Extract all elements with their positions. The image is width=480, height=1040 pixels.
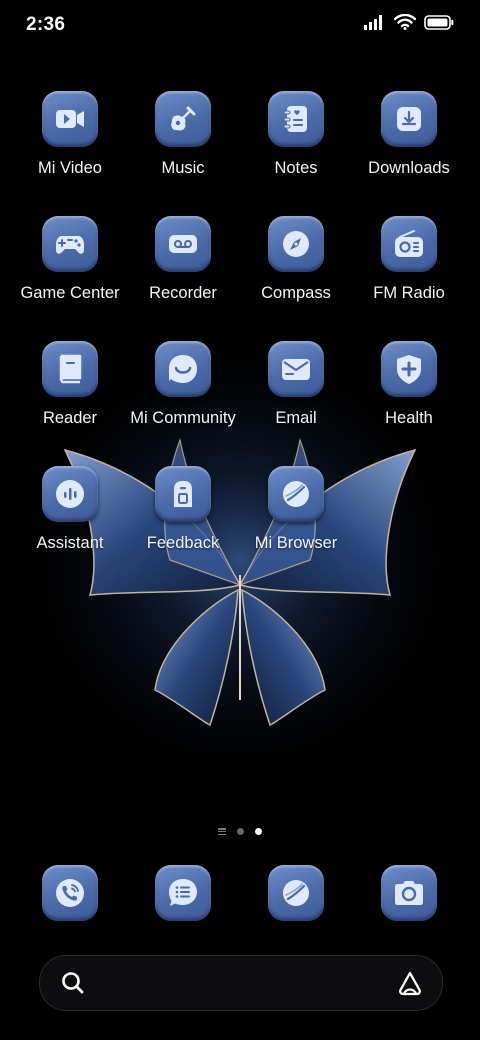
recorder-icon	[155, 216, 211, 272]
battery-icon	[424, 14, 454, 30]
notes-icon	[268, 91, 324, 147]
search-icon[interactable]	[60, 970, 86, 996]
app-music[interactable]: Music	[127, 91, 239, 178]
app-label: Email	[275, 409, 317, 427]
dock-phone[interactable]	[14, 865, 126, 921]
app-recorder[interactable]: Recorder	[127, 216, 239, 303]
app-label: Music	[161, 159, 205, 177]
browser-icon	[268, 865, 324, 921]
app-feedback[interactable]: Feedback	[127, 466, 239, 553]
app-label: Mi Browser	[254, 534, 338, 552]
dock-messages[interactable]	[127, 865, 239, 921]
app-compass[interactable]: Compass	[240, 216, 352, 303]
dock-browser[interactable]	[240, 865, 352, 921]
app-label: Notes	[274, 159, 318, 177]
video-icon	[42, 91, 98, 147]
guitar-icon	[155, 91, 211, 147]
app-fm-radio[interactable]: FM Radio	[353, 216, 465, 303]
feedback-icon	[155, 466, 211, 522]
page-indicator[interactable]	[0, 828, 480, 835]
app-label: Assistant	[36, 534, 104, 552]
camera-icon	[381, 865, 437, 921]
app-label: FM Radio	[373, 284, 445, 302]
status-bar: 2:36	[0, 0, 480, 50]
status-time: 2:36	[26, 14, 66, 35]
voice-assistant-icon[interactable]	[396, 969, 424, 997]
app-label: Feedback	[146, 534, 220, 552]
app-drawer-indicator-icon[interactable]	[218, 828, 226, 835]
browser-icon	[268, 466, 324, 522]
page-dot-2-active[interactable]	[255, 828, 262, 835]
page-dot-1[interactable]	[237, 828, 244, 835]
assistant-icon	[42, 466, 98, 522]
app-notes[interactable]: Notes	[240, 91, 352, 178]
app-label: Recorder	[149, 284, 217, 302]
messages-icon	[155, 865, 211, 921]
wifi-icon	[394, 14, 416, 30]
app-mi-browser[interactable]: Mi Browser	[240, 466, 352, 553]
phone-icon	[42, 865, 98, 921]
app-label: Health	[385, 409, 433, 427]
app-label: Compass	[261, 284, 331, 302]
download-icon	[381, 91, 437, 147]
app-mi-video[interactable]: Mi Video	[14, 91, 126, 178]
app-label: Mi Video	[38, 159, 102, 177]
radio-icon	[381, 216, 437, 272]
app-reader[interactable]: Reader	[14, 341, 126, 428]
health-icon	[381, 341, 437, 397]
email-icon	[268, 341, 324, 397]
app-label: Downloads	[368, 159, 450, 177]
app-game-center[interactable]: Game Center	[14, 216, 126, 303]
app-health[interactable]: Health	[353, 341, 465, 428]
app-mi-community[interactable]: Mi Community	[127, 341, 239, 428]
app-label: Game Center	[20, 284, 120, 302]
app-label: Reader	[42, 409, 98, 427]
app-label: Mi Community	[130, 409, 236, 427]
dock-camera[interactable]	[353, 865, 465, 921]
signal-icon	[364, 15, 382, 30]
status-icons	[364, 14, 454, 30]
app-downloads[interactable]: Downloads	[353, 91, 465, 178]
community-icon	[155, 341, 211, 397]
search-bar[interactable]	[39, 955, 443, 1011]
book-icon	[42, 341, 98, 397]
compass-icon	[268, 216, 324, 272]
app-assistant[interactable]: Assistant	[14, 466, 126, 553]
app-email[interactable]: Email	[240, 341, 352, 428]
gamepad-icon	[42, 216, 98, 272]
